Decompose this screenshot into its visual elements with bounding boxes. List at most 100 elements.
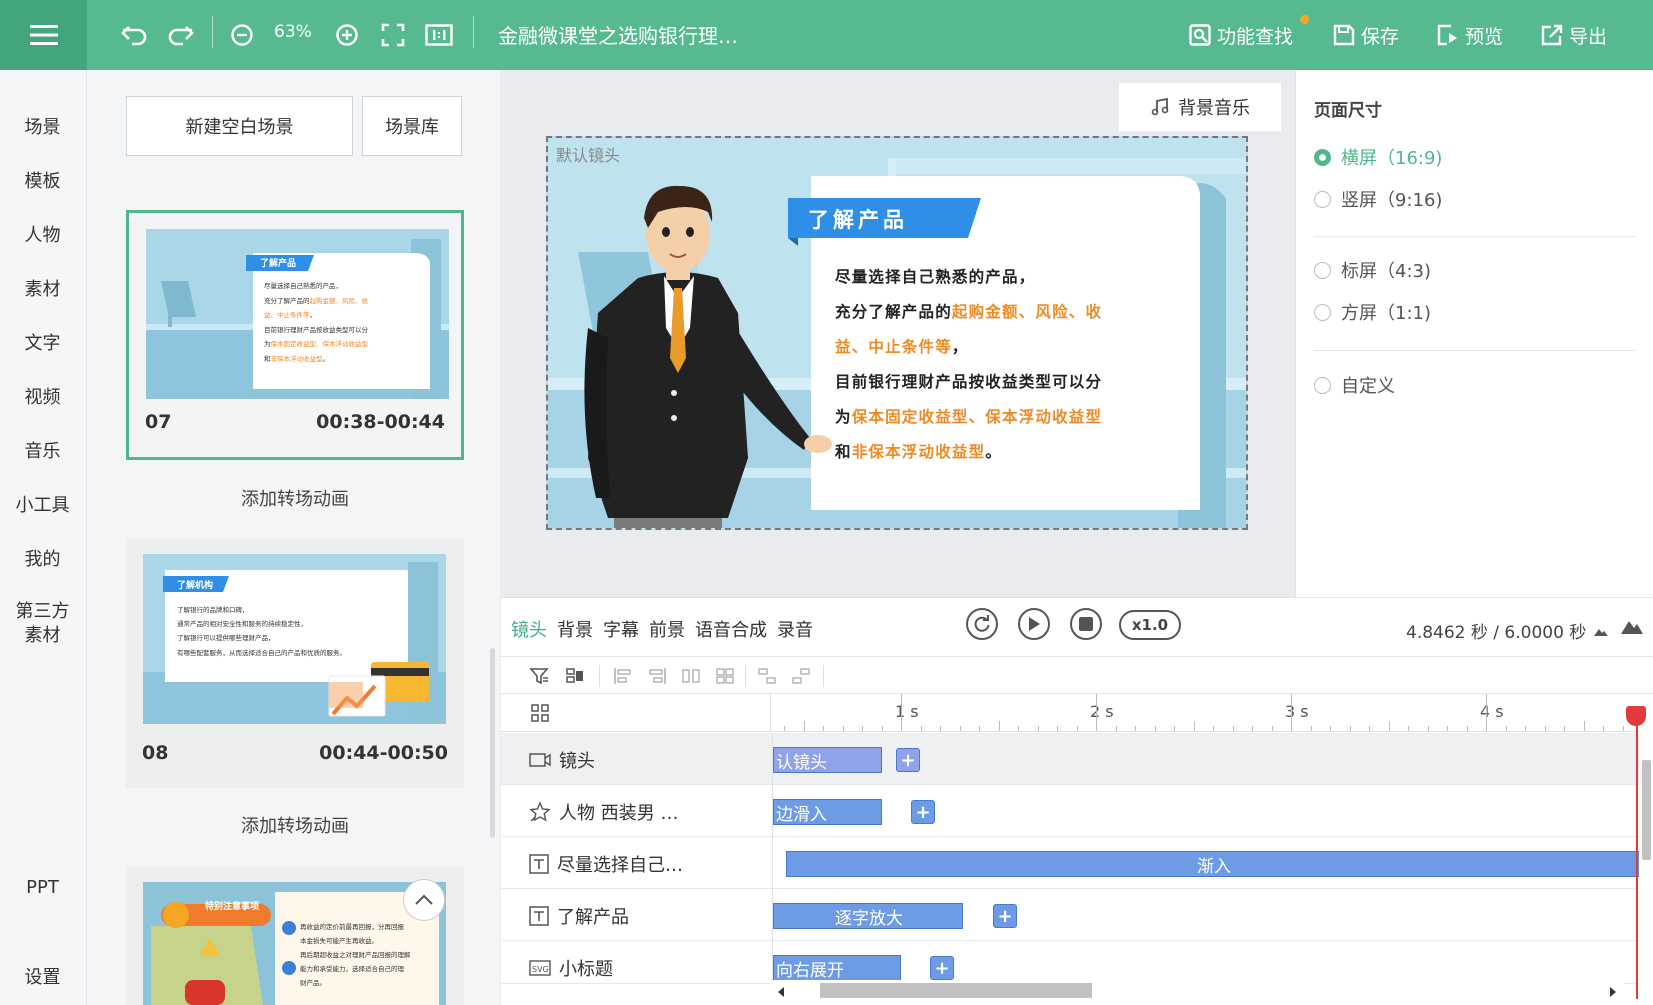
track-name: 人物 西装男 … — [529, 799, 769, 825]
add-transition-button[interactable]: 添加转场动画 — [126, 485, 464, 511]
scrollbar-thumb[interactable] — [1642, 760, 1651, 860]
triangle-left-icon — [778, 987, 784, 997]
track-camera[interactable]: 镜头 认镜头 + — [501, 733, 1639, 785]
left-nav: 场景 模板 人物 素材 文字 视频 音乐 小工具 我的 第三方素材 PPT 设置 — [0, 70, 87, 1005]
add-clip-button[interactable]: + — [896, 748, 920, 772]
scene-card-08[interactable]: 了解机构 了解银行的品牌和口碑， 通常产品的相对安全性和服务的持续稳定性， 了解… — [126, 538, 464, 788]
track-character[interactable]: 人物 西装男 … 边滑入 + — [501, 785, 1639, 837]
play-button[interactable] — [1018, 608, 1050, 640]
new-blank-scene-button[interactable]: 新建空白场景 — [126, 96, 353, 156]
playhead-handle[interactable] — [1626, 706, 1646, 726]
nav-third-party[interactable]: 第三方素材 — [0, 600, 85, 648]
track-text-title[interactable]: 了解产品 逐字放大 + — [501, 889, 1639, 941]
undo-button[interactable] — [117, 16, 151, 54]
playback-speed[interactable]: x1.0 — [1119, 610, 1181, 640]
tab-camera[interactable]: 镜头 — [511, 616, 547, 642]
playhead-line — [1636, 714, 1638, 999]
distribute-h-icon[interactable] — [681, 666, 701, 686]
card-title: 了解产品 — [808, 208, 908, 232]
menu-button[interactable] — [0, 0, 87, 70]
preview-button[interactable]: 预览 — [1437, 18, 1503, 52]
tab-subtitle[interactable]: 字幕 — [603, 616, 639, 642]
actual-size-button[interactable] — [422, 16, 456, 54]
add-transition-button[interactable]: 添加转场动画 — [126, 812, 464, 838]
nav-template[interactable]: 模板 — [0, 170, 85, 194]
time-ruler[interactable]: 1 s 2 s 3 s 4 s — [772, 694, 1639, 732]
track-text-body[interactable]: 尽量选择自己… 渐入 — [501, 837, 1639, 889]
radio-portrait-9-16[interactable]: 竖屏（9:16) — [1314, 186, 1442, 212]
ruler-tick — [1603, 726, 1604, 731]
nav-video[interactable]: 视频 — [0, 386, 85, 410]
add-clip-button[interactable]: + — [930, 956, 954, 980]
animation-clip[interactable]: 向右展开 — [773, 955, 901, 981]
zoom-out-timeline[interactable] — [1593, 622, 1609, 641]
scene-time: 00:38-00:44 — [316, 411, 445, 433]
align-left-icon[interactable] — [613, 666, 633, 686]
fit-screen-button[interactable] — [377, 16, 409, 54]
scroll-right-arrow[interactable] — [1609, 983, 1617, 1002]
filter-icon[interactable] — [529, 666, 549, 686]
document-title[interactable]: 金融微课堂之选购银行理… — [498, 20, 738, 49]
nav-character[interactable]: 人物 — [0, 224, 85, 248]
nav-tools[interactable]: 小工具 — [0, 494, 85, 518]
scene-library-button[interactable]: 场景库 — [362, 96, 462, 156]
zoom-in-timeline[interactable] — [1620, 617, 1644, 639]
nav-settings[interactable]: 设置 — [0, 966, 85, 990]
grid-icon[interactable] — [531, 704, 549, 722]
nav-material[interactable]: 素材 — [0, 278, 85, 302]
save-icon — [1333, 24, 1355, 46]
layer-order-icon[interactable] — [565, 666, 585, 686]
track-subtitle-svg[interactable]: SVG 小标题 向右展开 + — [501, 941, 1639, 984]
nav-text[interactable]: 文字 — [0, 332, 85, 356]
radio-circle — [1314, 376, 1331, 394]
radio-custom[interactable]: 自定义 — [1314, 372, 1395, 398]
function-search-button[interactable]: 功能查找 — [1189, 18, 1293, 52]
scene-thumbnail: 特别注意事项 再收益的定价前最再回报，分再回报 本金损失可能产生再收益。 再后期… — [143, 882, 446, 1005]
zoom-out-button[interactable] — [226, 16, 258, 54]
animation-clip[interactable]: 认镜头 — [773, 747, 882, 773]
tab-background[interactable]: 背景 — [557, 616, 593, 642]
text-line: 和非保本浮动收益型。 — [835, 435, 1195, 470]
sequence-icon[interactable] — [791, 666, 811, 686]
align-right-icon[interactable] — [647, 666, 667, 686]
radio-landscape-16-9[interactable]: 横屏（16:9) — [1314, 144, 1442, 170]
scenes-scrollbar[interactable] — [490, 648, 495, 838]
redo-button[interactable] — [164, 16, 198, 54]
scene-stage[interactable]: 默认镜头 了解产品 尽量选择自己熟悉的产品， 充分了解产品的起购金额、风险、收 益、… — [546, 136, 1248, 530]
radio-label: 竖屏（9:16) — [1341, 190, 1443, 211]
text-line: 目前银行理财产品按收益类型可以分 — [835, 365, 1195, 400]
animation-clip[interactable]: 边滑入 — [773, 799, 882, 825]
tab-tts[interactable]: 语音合成 — [695, 616, 767, 642]
tab-foreground[interactable]: 前景 — [649, 616, 685, 642]
scroll-left-arrow[interactable] — [777, 983, 785, 1002]
export-button[interactable]: 导出 — [1541, 18, 1607, 52]
stagger-icon[interactable] — [757, 666, 777, 686]
ruler-tick — [920, 726, 922, 731]
radio-standard-4-3[interactable]: 标屏（4:3) — [1314, 257, 1431, 283]
ruler-tick — [1525, 726, 1526, 731]
thumb-line: 通常产品的相对安全性和服务的持续稳定性， — [177, 620, 307, 629]
add-clip-button[interactable]: + — [993, 904, 1017, 928]
add-clip-button[interactable]: + — [911, 800, 935, 824]
radio-label: 自定义 — [1341, 376, 1395, 397]
stop-button[interactable] — [1070, 608, 1102, 640]
zoom-in-button[interactable] — [331, 16, 363, 54]
animation-clip[interactable]: 逐字放大 — [773, 903, 963, 929]
nav-ppt[interactable]: PPT — [0, 876, 85, 900]
ruler-tick — [1252, 726, 1253, 731]
distribute-v-icon[interactable] — [715, 666, 735, 686]
animation-clip[interactable]: 渐入 — [786, 851, 1639, 877]
radio-square-1-1[interactable]: 方屏（1:1) — [1314, 299, 1431, 325]
tab-recording[interactable]: 录音 — [777, 616, 813, 642]
scrollbar-thumb[interactable] — [820, 983, 1092, 998]
nav-scene[interactable]: 场景 — [0, 116, 85, 140]
track-name: 了解产品 — [529, 903, 769, 929]
scroll-top-button[interactable] — [403, 879, 445, 921]
radio-label: 标屏（4:3) — [1341, 261, 1431, 282]
nav-music[interactable]: 音乐 — [0, 440, 85, 464]
replay-button[interactable] — [966, 608, 998, 640]
background-music-button[interactable]: 背景音乐 — [1119, 83, 1281, 131]
save-button[interactable]: 保存 — [1333, 18, 1399, 52]
scene-card-07[interactable]: 了解产品 尽量选择自己熟悉的产品， 充分了解产品的起购金额、风险、收 益、中止条件等… — [126, 210, 464, 460]
nav-mine[interactable]: 我的 — [0, 548, 85, 572]
